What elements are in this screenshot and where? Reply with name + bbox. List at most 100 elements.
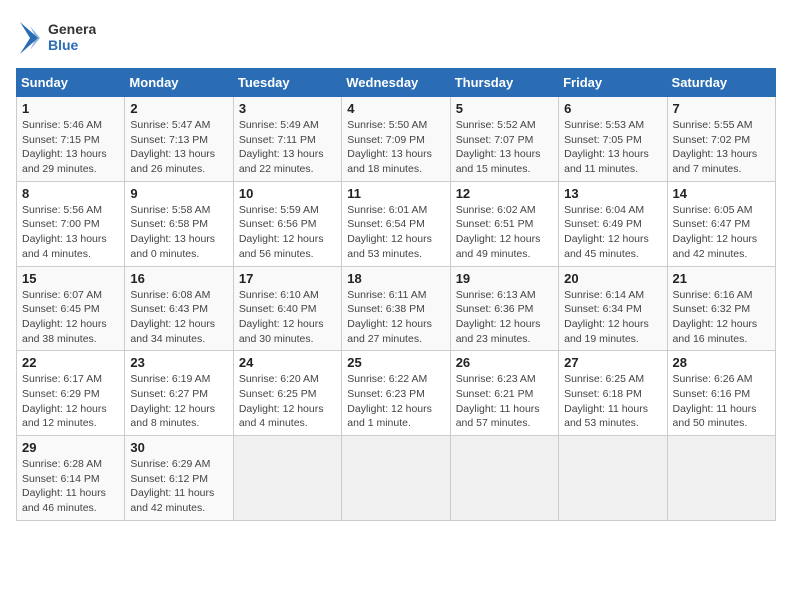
svg-text:Blue: Blue — [48, 37, 79, 53]
day-info: Sunrise: 5:50 AM Sunset: 7:09 PM Dayligh… — [347, 118, 444, 177]
day-number: 6 — [564, 101, 661, 116]
day-header-tuesday: Tuesday — [233, 69, 341, 97]
day-number: 18 — [347, 271, 444, 286]
calendar-cell: 29Sunrise: 6:28 AM Sunset: 6:14 PM Dayli… — [17, 436, 125, 521]
day-header-thursday: Thursday — [450, 69, 558, 97]
calendar-cell: 26Sunrise: 6:23 AM Sunset: 6:21 PM Dayli… — [450, 351, 558, 436]
day-header-sunday: Sunday — [17, 69, 125, 97]
calendar-cell — [559, 436, 667, 521]
calendar-header-row: SundayMondayTuesdayWednesdayThursdayFrid… — [17, 69, 776, 97]
calendar-cell: 28 Sunrise: 6:26 AM Sunset: 6:16 PM Dayli… — [667, 351, 775, 436]
calendar-cell: 27 Sunrise: 6:25 AM Sunset: 6:18 PM Dayli… — [559, 351, 667, 436]
day-header-friday: Friday — [559, 69, 667, 97]
day-info: Sunrise: 5:55 AM Sunset: 7:02 PM Dayligh… — [673, 118, 770, 177]
calendar-cell: 14Sunrise: 6:05 AM Sunset: 6:47 PM Dayli… — [667, 181, 775, 266]
day-info: Sunrise: 5:59 AM Sunset: 6:56 PM Dayligh… — [239, 203, 336, 262]
calendar-cell: 18 Sunrise: 6:11 AM Sunset: 6:38 PM Dayli… — [342, 266, 450, 351]
calendar-cell: 7 Sunrise: 5:55 AM Sunset: 7:02 PM Daylig… — [667, 97, 775, 182]
day-number: 2 — [130, 101, 227, 116]
day-number: 10 — [239, 186, 336, 201]
day-number: 27 — [564, 355, 661, 370]
calendar-cell: 13 Sunrise: 6:04 AM Sunset: 6:49 PM Dayli… — [559, 181, 667, 266]
day-info: Sunrise: 6:29 AM Sunset: 6:12 PM Dayligh… — [130, 457, 227, 516]
calendar-cell: 1 Sunrise: 5:46 AM Sunset: 7:15 PM Daylig… — [17, 97, 125, 182]
calendar-cell: 19Sunrise: 6:13 AM Sunset: 6:36 PM Dayli… — [450, 266, 558, 351]
calendar-cell — [667, 436, 775, 521]
day-number: 13 — [564, 186, 661, 201]
day-number: 28 — [673, 355, 770, 370]
calendar-cell: 15Sunrise: 6:07 AM Sunset: 6:45 PM Dayli… — [17, 266, 125, 351]
calendar-cell: 8Sunrise: 5:56 AM Sunset: 7:00 PM Daylig… — [17, 181, 125, 266]
day-number: 17 — [239, 271, 336, 286]
day-info: Sunrise: 6:26 AM Sunset: 6:16 PM Dayligh… — [673, 372, 770, 431]
day-number: 25 — [347, 355, 444, 370]
calendar-cell: 20 Sunrise: 6:14 AM Sunset: 6:34 PM Dayli… — [559, 266, 667, 351]
calendar-cell: 4 Sunrise: 5:50 AM Sunset: 7:09 PM Daylig… — [342, 97, 450, 182]
calendar-cell: 2 Sunrise: 5:47 AM Sunset: 7:13 PM Daylig… — [125, 97, 233, 182]
day-number: 3 — [239, 101, 336, 116]
day-number: 4 — [347, 101, 444, 116]
day-info: Sunrise: 6:20 AM Sunset: 6:25 PM Dayligh… — [239, 372, 336, 431]
day-info: Sunrise: 5:58 AM Sunset: 6:58 PM Dayligh… — [130, 203, 227, 262]
day-info: Sunrise: 6:19 AM Sunset: 6:27 PM Dayligh… — [130, 372, 227, 431]
day-number: 24 — [239, 355, 336, 370]
day-info: Sunrise: 6:01 AM Sunset: 6:54 PM Dayligh… — [347, 203, 444, 262]
day-info: Sunrise: 6:25 AM Sunset: 6:18 PM Dayligh… — [564, 372, 661, 431]
day-number: 20 — [564, 271, 661, 286]
calendar-cell: 3 Sunrise: 5:49 AM Sunset: 7:11 PM Daylig… — [233, 97, 341, 182]
day-header-saturday: Saturday — [667, 69, 775, 97]
day-info: Sunrise: 6:16 AM Sunset: 6:32 PM Dayligh… — [673, 288, 770, 347]
day-info: Sunrise: 6:08 AM Sunset: 6:43 PM Dayligh… — [130, 288, 227, 347]
calendar-week-row: 1 Sunrise: 5:46 AM Sunset: 7:15 PM Daylig… — [17, 97, 776, 182]
logo-svg: General Blue — [16, 16, 96, 60]
day-info: Sunrise: 6:14 AM Sunset: 6:34 PM Dayligh… — [564, 288, 661, 347]
day-info: Sunrise: 6:04 AM Sunset: 6:49 PM Dayligh… — [564, 203, 661, 262]
day-info: Sunrise: 5:53 AM Sunset: 7:05 PM Dayligh… — [564, 118, 661, 177]
day-number: 29 — [22, 440, 119, 455]
day-number: 12 — [456, 186, 553, 201]
calendar-cell: 6 Sunrise: 5:53 AM Sunset: 7:05 PM Daylig… — [559, 97, 667, 182]
day-info: Sunrise: 5:56 AM Sunset: 7:00 PM Dayligh… — [22, 203, 119, 262]
day-info: Sunrise: 6:10 AM Sunset: 6:40 PM Dayligh… — [239, 288, 336, 347]
day-number: 1 — [22, 101, 119, 116]
day-number: 5 — [456, 101, 553, 116]
day-info: Sunrise: 5:46 AM Sunset: 7:15 PM Dayligh… — [22, 118, 119, 177]
calendar-week-row: 8Sunrise: 5:56 AM Sunset: 7:00 PM Daylig… — [17, 181, 776, 266]
day-info: Sunrise: 5:49 AM Sunset: 7:11 PM Dayligh… — [239, 118, 336, 177]
day-header-wednesday: Wednesday — [342, 69, 450, 97]
calendar-cell — [450, 436, 558, 521]
calendar-cell: 12 Sunrise: 6:02 AM Sunset: 6:51 PM Dayli… — [450, 181, 558, 266]
day-info: Sunrise: 5:47 AM Sunset: 7:13 PM Dayligh… — [130, 118, 227, 177]
calendar-cell — [342, 436, 450, 521]
day-number: 21 — [673, 271, 770, 286]
day-info: Sunrise: 6:11 AM Sunset: 6:38 PM Dayligh… — [347, 288, 444, 347]
day-info: Sunrise: 6:02 AM Sunset: 6:51 PM Dayligh… — [456, 203, 553, 262]
calendar-week-row: 29Sunrise: 6:28 AM Sunset: 6:14 PM Dayli… — [17, 436, 776, 521]
day-number: 16 — [130, 271, 227, 286]
day-number: 7 — [673, 101, 770, 116]
day-number: 19 — [456, 271, 553, 286]
day-info: Sunrise: 6:23 AM Sunset: 6:21 PM Dayligh… — [456, 372, 553, 431]
day-info: Sunrise: 5:52 AM Sunset: 7:07 PM Dayligh… — [456, 118, 553, 177]
calendar-cell: 25Sunrise: 6:22 AM Sunset: 6:23 PM Dayli… — [342, 351, 450, 436]
day-number: 30 — [130, 440, 227, 455]
calendar-cell: 21 Sunrise: 6:16 AM Sunset: 6:32 PM Dayli… — [667, 266, 775, 351]
calendar-cell: 10 Sunrise: 5:59 AM Sunset: 6:56 PM Dayli… — [233, 181, 341, 266]
calendar-week-row: 22Sunrise: 6:17 AM Sunset: 6:29 PM Dayli… — [17, 351, 776, 436]
day-number: 23 — [130, 355, 227, 370]
day-number: 15 — [22, 271, 119, 286]
svg-text:General: General — [48, 21, 96, 37]
calendar-week-row: 15Sunrise: 6:07 AM Sunset: 6:45 PM Dayli… — [17, 266, 776, 351]
header: General Blue — [16, 16, 776, 60]
day-info: Sunrise: 6:05 AM Sunset: 6:47 PM Dayligh… — [673, 203, 770, 262]
day-number: 9 — [130, 186, 227, 201]
calendar-cell: 9 Sunrise: 5:58 AM Sunset: 6:58 PM Daylig… — [125, 181, 233, 266]
calendar-cell: 23 Sunrise: 6:19 AM Sunset: 6:27 PM Dayli… — [125, 351, 233, 436]
calendar-cell: 24 Sunrise: 6:20 AM Sunset: 6:25 PM Dayli… — [233, 351, 341, 436]
calendar-table: SundayMondayTuesdayWednesdayThursdayFrid… — [16, 68, 776, 521]
day-info: Sunrise: 6:17 AM Sunset: 6:29 PM Dayligh… — [22, 372, 119, 431]
calendar-cell: 11Sunrise: 6:01 AM Sunset: 6:54 PM Dayli… — [342, 181, 450, 266]
calendar-cell — [233, 436, 341, 521]
calendar-cell: 17 Sunrise: 6:10 AM Sunset: 6:40 PM Dayli… — [233, 266, 341, 351]
calendar-cell: 30 Sunrise: 6:29 AM Sunset: 6:12 PM Dayli… — [125, 436, 233, 521]
